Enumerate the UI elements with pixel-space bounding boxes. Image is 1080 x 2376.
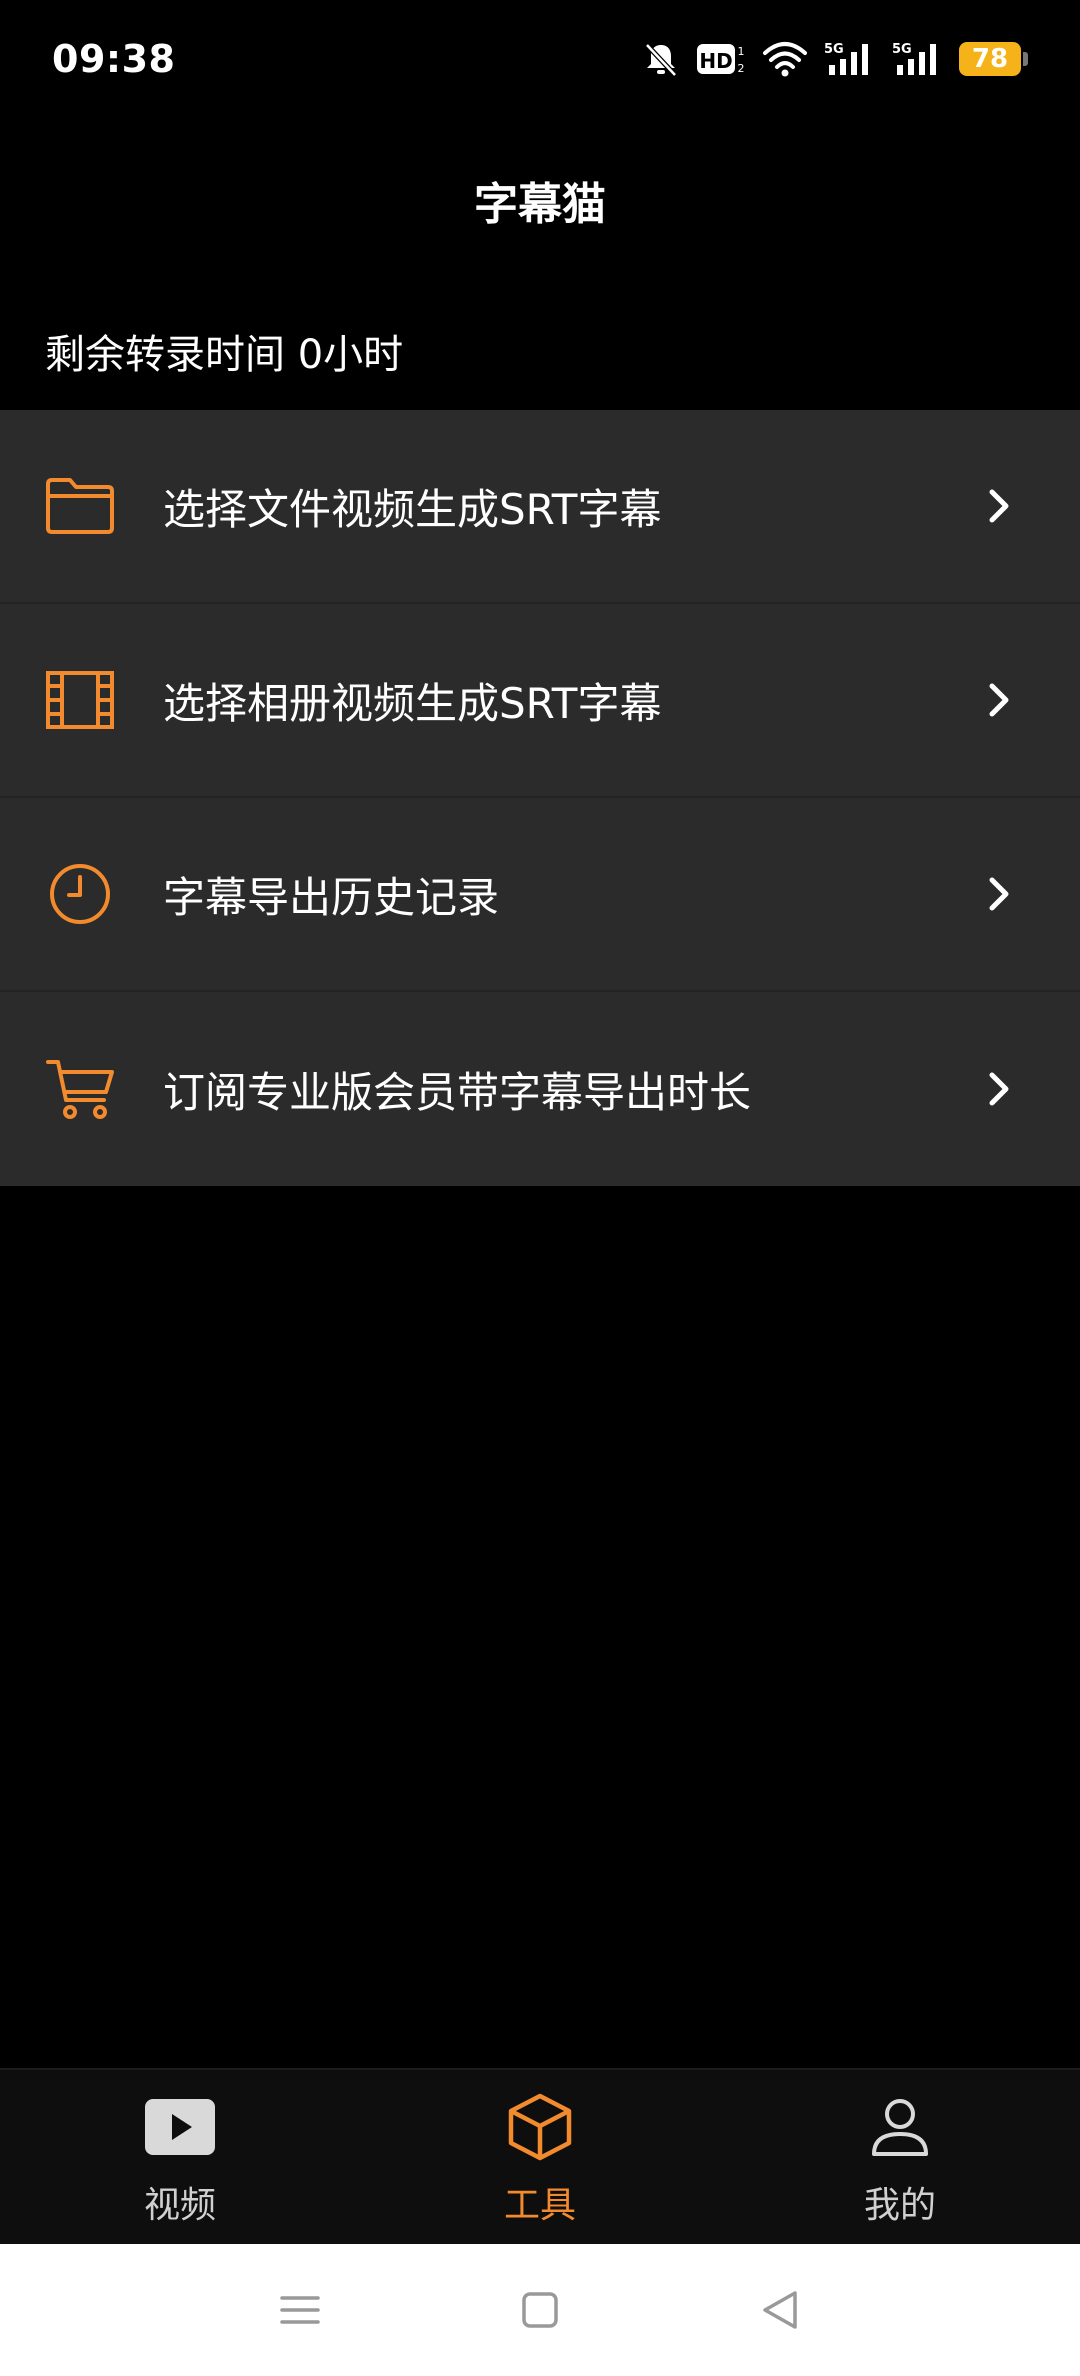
chevron-right-icon [989, 877, 1009, 911]
menu-item-select-file-video[interactable]: 选择文件视频生成SRT字幕 [0, 410, 1080, 604]
clock-icon [44, 858, 116, 930]
hd-icon: HD 1 2 [697, 44, 745, 75]
menu-item-subscribe-pro[interactable]: 订阅专业版会员带字幕导出时长 [0, 992, 1080, 1186]
menu-item-label: 选择相册视频生成SRT字幕 [163, 678, 662, 728]
square-icon [522, 2292, 558, 2328]
box-icon [500, 2092, 580, 2162]
back-triangle-icon [763, 2291, 797, 2329]
recent-apps-button[interactable] [270, 2280, 330, 2340]
svg-text:HD: HD [699, 49, 732, 73]
back-button[interactable] [750, 2280, 810, 2340]
status-bar: 09:38 HD 1 2 5G 5G 78 [0, 0, 1080, 118]
battery-level: 78 [959, 42, 1021, 76]
bell-muted-icon [645, 43, 677, 77]
5g-signal-icon: 5G [824, 42, 868, 75]
menu-item-label: 字幕导出历史记录 [163, 872, 500, 922]
5g-signal-icon: 5G [892, 42, 936, 75]
system-nav-bar [0, 2244, 1080, 2376]
folder-icon [44, 470, 116, 542]
nav-tab-tools[interactable]: 工具 [360, 2070, 720, 2244]
menu-item-label: 选择文件视频生成SRT字幕 [163, 484, 662, 534]
film-icon [44, 664, 116, 736]
menu-lines-icon [280, 2296, 320, 2324]
svg-text:5G: 5G [824, 42, 844, 57]
person-icon [860, 2092, 940, 2162]
battery-tip [1023, 52, 1028, 66]
bottom-nav: 视频 工具 我的 [0, 2068, 1080, 2244]
app-root: 09:38 HD 1 2 5G 5G 78 字幕猫 剩余转录时间 0小时 选择文… [0, 0, 1080, 2376]
chevron-right-icon [989, 683, 1009, 717]
menu-item-select-album-video[interactable]: 选择相册视频生成SRT字幕 [0, 604, 1080, 798]
svg-text:5G: 5G [892, 42, 912, 57]
remaining-time-label: 剩余转录时间 0小时 [45, 332, 404, 378]
status-icons: HD 1 2 5G 5G 78 [641, 39, 1028, 79]
nav-tab-label: 视频 [143, 2185, 216, 2226]
svg-text:1: 1 [738, 45, 745, 58]
chevron-right-icon [989, 1072, 1009, 1106]
cart-icon [44, 1053, 116, 1125]
nav-tab-video[interactable]: 视频 [0, 2070, 360, 2244]
nav-tab-label: 工具 [503, 2185, 576, 2226]
status-time: 09:38 [52, 37, 176, 81]
home-button[interactable] [510, 2280, 570, 2340]
svg-text:2: 2 [738, 62, 745, 75]
video-play-icon [140, 2092, 220, 2162]
wifi-icon [763, 42, 807, 77]
page-title: 字幕猫 [474, 179, 606, 230]
menu-item-label: 订阅专业版会员带字幕导出时长 [163, 1067, 752, 1117]
tool-menu-list: 选择文件视频生成SRT字幕 选择相册视频生成SRT字幕 字幕导出历史记录 订阅专… [0, 410, 1080, 1186]
nav-tab-mine[interactable]: 我的 [720, 2070, 1080, 2244]
nav-tab-label: 我的 [863, 2185, 936, 2226]
menu-item-export-history[interactable]: 字幕导出历史记录 [0, 798, 1080, 992]
battery-icon: 78 [959, 42, 1028, 76]
chevron-right-icon [989, 489, 1009, 523]
